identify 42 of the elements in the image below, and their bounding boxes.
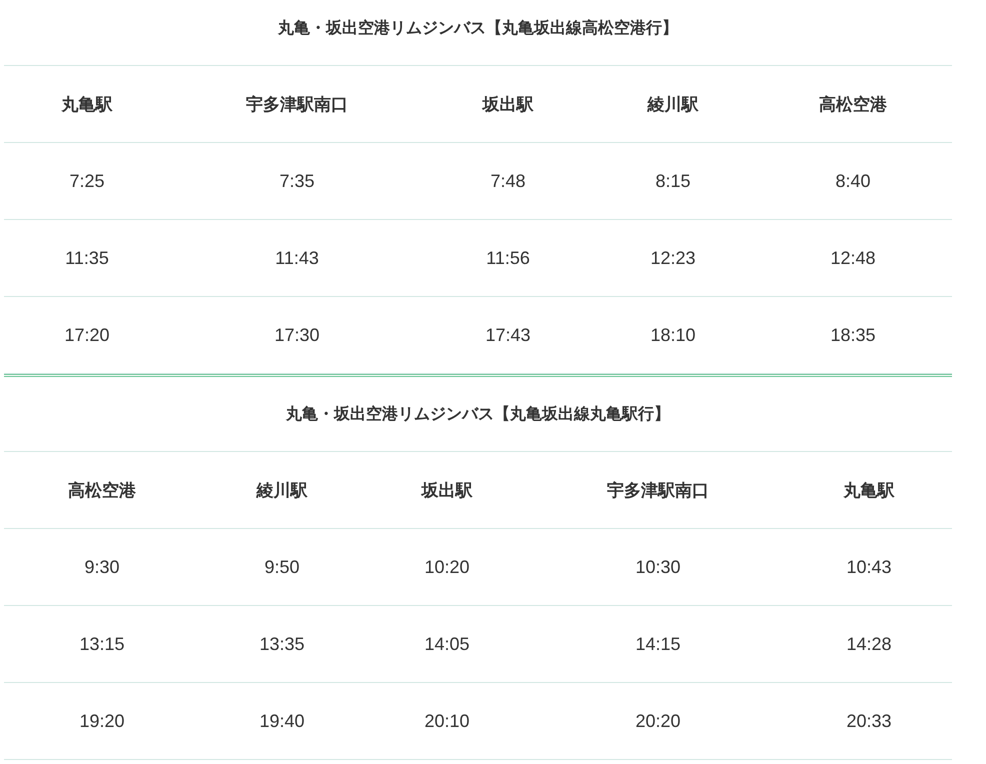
table-cell: 11:43: [275, 248, 319, 268]
table-cell: 20:33: [846, 710, 892, 732]
table-cell: 7:25: [69, 170, 105, 192]
table-cell: 10:30: [635, 556, 681, 578]
column-header: 宇多津駅南口: [246, 94, 348, 116]
column-header: 綾川駅: [648, 94, 698, 116]
column-header: 高松空港: [68, 480, 136, 502]
table-cell: 7:35: [279, 170, 315, 192]
column-header: 宇多津駅南口: [607, 480, 709, 502]
column-header: 綾川駅: [256, 480, 308, 502]
table-cell: 11:35: [65, 248, 109, 268]
table-cell: 14:15: [635, 634, 681, 654]
table-cell: 8:15: [655, 170, 691, 192]
table-cell: 10:20: [424, 556, 470, 578]
table-cell: 20:20: [635, 710, 681, 732]
table-cell: 19:20: [79, 710, 125, 732]
table-cell: 17:20: [64, 324, 110, 346]
column-header: 丸亀駅: [844, 480, 894, 502]
table-cell: 8:40: [835, 170, 871, 192]
table-cell: 9:30: [84, 556, 120, 578]
table-cell: 18:10: [650, 324, 696, 346]
table-cell: 14:28: [846, 634, 892, 654]
table-cell: 18:35: [830, 324, 876, 346]
table-cell: 17:43: [485, 324, 531, 346]
table-cell: 7:48: [490, 170, 526, 192]
column-header: 高松空港: [819, 94, 887, 116]
table-cell: 13:35: [259, 634, 305, 654]
table-cell: 12:23: [650, 248, 696, 268]
column-header: 坂出駅: [422, 480, 472, 502]
table-cell: 14:05: [424, 634, 470, 654]
timetable-title: 丸亀・坂出空港リムジンバス【丸亀坂出線丸亀駅行】: [286, 404, 670, 424]
table-cell: 13:15: [79, 634, 125, 654]
table-cell: 9:50: [264, 556, 300, 578]
table-cell: 20:10: [424, 710, 470, 732]
column-header: 丸亀駅: [62, 94, 112, 116]
timetable-title: 丸亀・坂出空港リムジンバス【丸亀坂出線高松空港行】: [278, 18, 678, 39]
table-cell: 10:43: [846, 556, 892, 578]
column-header: 坂出駅: [482, 94, 534, 116]
table-cell: 19:40: [259, 710, 305, 732]
table-cell: 11:56: [486, 248, 530, 268]
table-cell: 12:48: [830, 248, 876, 268]
table-cell: 17:30: [274, 324, 320, 346]
